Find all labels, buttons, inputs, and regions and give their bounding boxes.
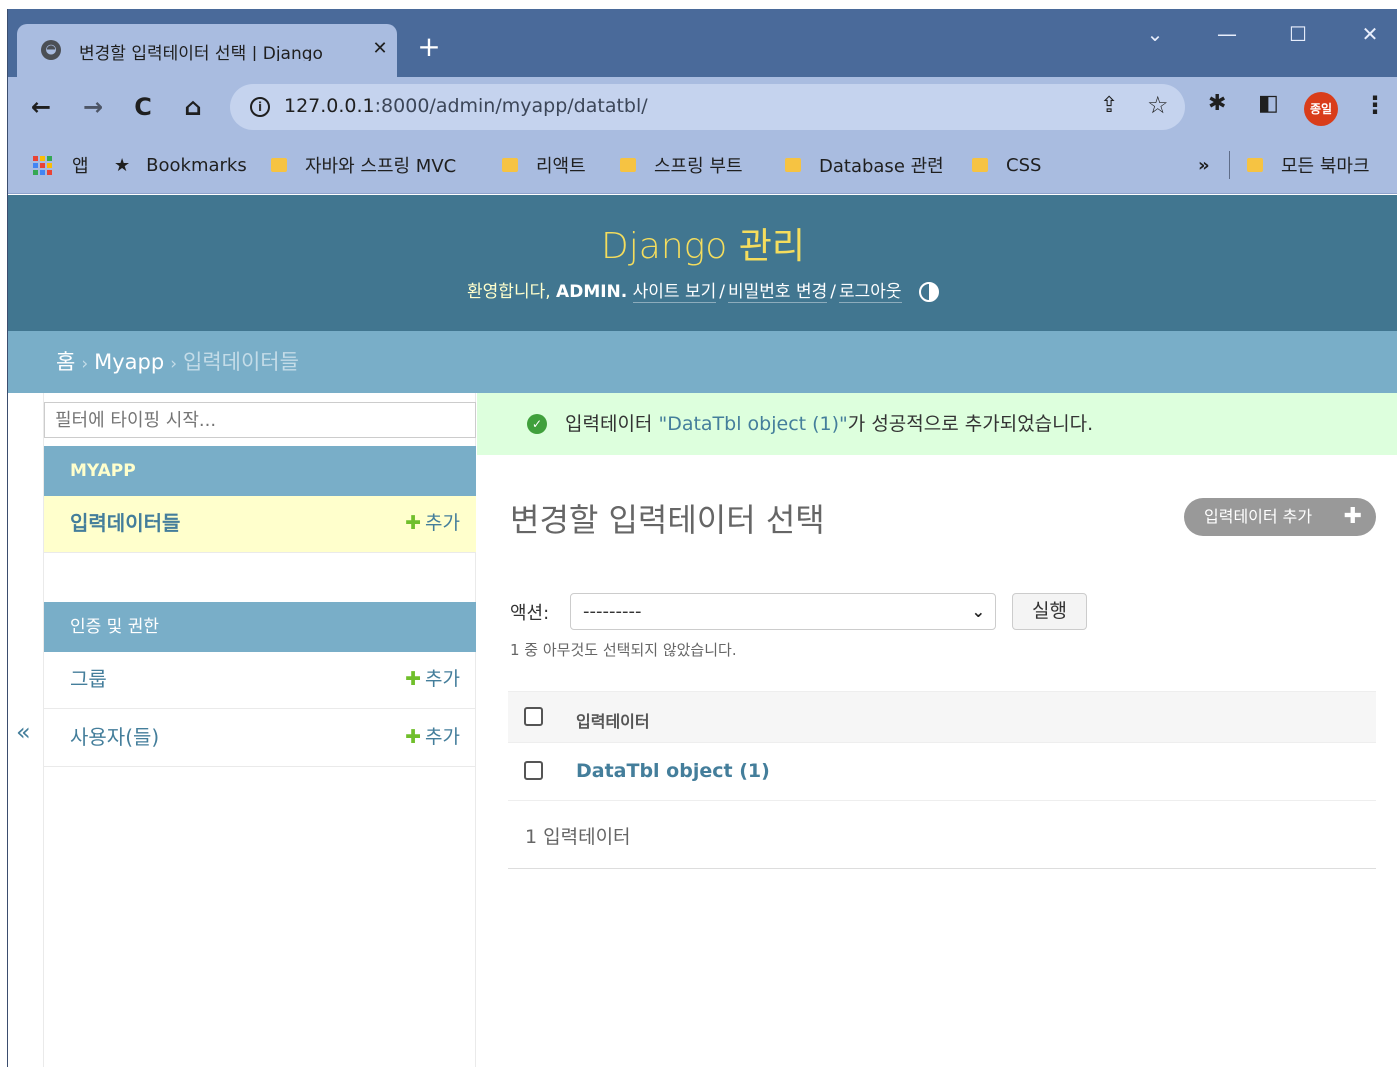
- breadcrumb-current: 입력데이터들: [183, 350, 299, 374]
- add-user-link[interactable]: ✚ 추가: [405, 710, 460, 765]
- home-icon[interactable]: ⌂: [177, 91, 209, 123]
- folder-icon: [1247, 158, 1263, 172]
- add-plus-icon: ✚: [405, 512, 422, 534]
- breadcrumb: 홈 › Myapp › 입력데이터들: [8, 331, 1397, 393]
- address-bar[interactable]: i 127.0.0.1:8000/admin/myapp/datatbl/ ⇪ …: [230, 84, 1185, 130]
- profile-avatar[interactable]: 종일: [1304, 92, 1338, 126]
- user-tools: 환영합니다, ADMIN. 사이트 보기 / 비밀번호 변경 / 로그아웃: [8, 277, 1397, 303]
- tab-search-icon[interactable]: ⌄: [1135, 19, 1175, 49]
- folder-icon: [502, 158, 518, 172]
- select-all-checkbox[interactable]: [524, 707, 543, 726]
- minimize-button[interactable]: —: [1207, 19, 1247, 49]
- close-tab-icon[interactable]: ✕: [368, 36, 392, 62]
- sidebar-item-users[interactable]: 사용자(들) ✚ 추가: [44, 710, 476, 767]
- star-icon: ★: [114, 154, 131, 176]
- globe-icon: ◒: [41, 40, 61, 60]
- folder-icon: [972, 158, 988, 172]
- run-action-button[interactable]: 실행: [1012, 593, 1087, 630]
- action-label: 액션:: [510, 603, 550, 624]
- welcome-text: 환영합니다,: [467, 282, 551, 302]
- site-info-icon[interactable]: i: [250, 97, 270, 117]
- row-object-link[interactable]: DataTbl object (1): [576, 760, 770, 782]
- table-row: DataTbl object (1): [508, 743, 1376, 801]
- toggle-sidebar-button[interactable]: «: [8, 393, 42, 1067]
- success-message-text: 입력테이터 "DataTbl object (1)"가 성공적으로 추가되었습니…: [565, 413, 1094, 435]
- forward-arrow-icon[interactable]: →: [77, 91, 109, 123]
- all-bookmarks-folder[interactable]: 모든 북마크: [1247, 154, 1370, 177]
- close-window-button[interactable]: ✕: [1350, 19, 1390, 49]
- browser-toolbar: ← → C ⌂ i 127.0.0.1:8000/admin/myapp/dat…: [8, 77, 1397, 137]
- add-plus-icon: ✚: [405, 668, 422, 690]
- tab-title: 변경할 입력테이터 선택 | Django: [79, 44, 323, 61]
- tab-strip: ◒ 변경할 입력테이터 선택 | Django ✕ + ⌄ — ☐ ✕: [8, 9, 1397, 77]
- logout-link[interactable]: 로그아웃: [838, 282, 902, 303]
- add-plus-icon: ✚: [405, 726, 422, 748]
- breadcrumb-home[interactable]: 홈: [56, 350, 75, 374]
- bookmark-folder-spring-boot[interactable]: 스프링 부트: [620, 154, 743, 177]
- username: ADMIN.: [556, 282, 628, 302]
- sidebar-nav: MYAPP 입력데이터들 ✚추가 인증 및 권한 그룹 ✚추가 사용자(들) ✚…: [43, 393, 476, 1067]
- breadcrumb-app[interactable]: Myapp: [94, 350, 164, 374]
- share-icon[interactable]: ⇪: [1100, 93, 1118, 118]
- paginator: 1 입력테이터: [508, 801, 1376, 869]
- back-arrow-icon[interactable]: ←: [25, 91, 57, 123]
- collapse-chevron-icon: «: [16, 718, 31, 746]
- column-header[interactable]: 입력테이터: [576, 708, 650, 732]
- bookmark-folder-react[interactable]: 리액트: [502, 154, 586, 177]
- nav-filter-input[interactable]: [44, 402, 476, 438]
- plus-icon: ✚: [1343, 504, 1362, 529]
- maximize-button[interactable]: ☐: [1278, 19, 1318, 49]
- folder-icon: [271, 158, 287, 172]
- check-circle-icon: ✓: [527, 414, 547, 434]
- result-count: 1 입력테이터: [525, 826, 631, 848]
- more-menu-icon[interactable]: ⋮: [1363, 91, 1387, 119]
- add-datatbl-link[interactable]: ✚ 추가: [405, 496, 460, 551]
- table-header-row: 입력테이터: [508, 691, 1376, 743]
- bookmark-star-icon[interactable]: ☆: [1147, 91, 1169, 119]
- bookmark-bookmarks[interactable]: ★ Bookmarks: [114, 154, 247, 176]
- sidebar-item-groups[interactable]: 그룹 ✚ 추가: [44, 652, 476, 709]
- add-datatbl-button[interactable]: 입력테이터 추가 ✚: [1184, 498, 1376, 536]
- bookmark-folder-java-spring[interactable]: 자바와 스프링 MVC: [271, 154, 456, 177]
- change-password-link[interactable]: 비밀번호 변경: [728, 282, 828, 303]
- bookmarks-bar: 앱 ★ Bookmarks 자바와 스프링 MVC 리액트 스프링 부트 Dat…: [8, 137, 1397, 194]
- browser-window: ◒ 변경할 입력테이터 선택 | Django ✕ + ⌄ — ☐ ✕ ← → …: [7, 9, 1397, 1067]
- action-counter: 1 중 아무것도 선택되지 않았습니다.: [510, 641, 737, 659]
- success-message: ✓ 입력테이터 "DataTbl object (1)"가 성공적으로 추가되었…: [477, 393, 1397, 455]
- chevron-down-icon: ⌄: [971, 602, 985, 621]
- theme-toggle-icon[interactable]: [918, 282, 939, 302]
- new-tab-button[interactable]: +: [414, 33, 444, 63]
- bookmark-folder-database[interactable]: Database 관련: [785, 154, 944, 177]
- side-panel-icon[interactable]: ◧: [1258, 91, 1279, 116]
- sidebar-item-datatbl[interactable]: 입력데이터들 ✚ 추가: [44, 496, 476, 553]
- site-header: Django 관리 환영합니다, ADMIN. 사이트 보기 / 비밀번호 변경 / 로…: [8, 195, 1397, 331]
- page-title: 변경할 입력테이터 선택: [510, 501, 825, 539]
- folder-icon: [785, 158, 801, 172]
- apps-grid-icon: [33, 155, 52, 175]
- reload-icon[interactable]: C: [127, 91, 159, 123]
- folder-icon: [620, 158, 636, 172]
- extensions-puzzle-icon[interactable]: ✱: [1208, 91, 1226, 116]
- url-text: 127.0.0.1:8000/admin/myapp/datatbl/: [284, 95, 648, 117]
- view-site-link[interactable]: 사이트 보기: [632, 282, 717, 303]
- bookmark-apps[interactable]: 앱: [33, 154, 89, 177]
- bookmark-folder-css[interactable]: CSS: [972, 154, 1041, 176]
- site-branding[interactable]: Django 관리: [8, 217, 1397, 269]
- bookmarks-separator: [1229, 151, 1230, 179]
- bookmarks-overflow-button[interactable]: »: [1198, 154, 1210, 176]
- sidebar-app-myapp[interactable]: MYAPP: [44, 446, 476, 496]
- action-select[interactable]: --------- ⌄: [570, 593, 996, 630]
- sidebar-app-auth[interactable]: 인증 및 권한: [44, 602, 476, 652]
- add-group-link[interactable]: ✚ 추가: [405, 652, 460, 707]
- row-checkbox[interactable]: [524, 761, 543, 780]
- success-object-link[interactable]: "DataTbl object (1)": [658, 413, 847, 435]
- browser-tab[interactable]: ◒ 변경할 입력테이터 선택 | Django ✕: [17, 24, 397, 77]
